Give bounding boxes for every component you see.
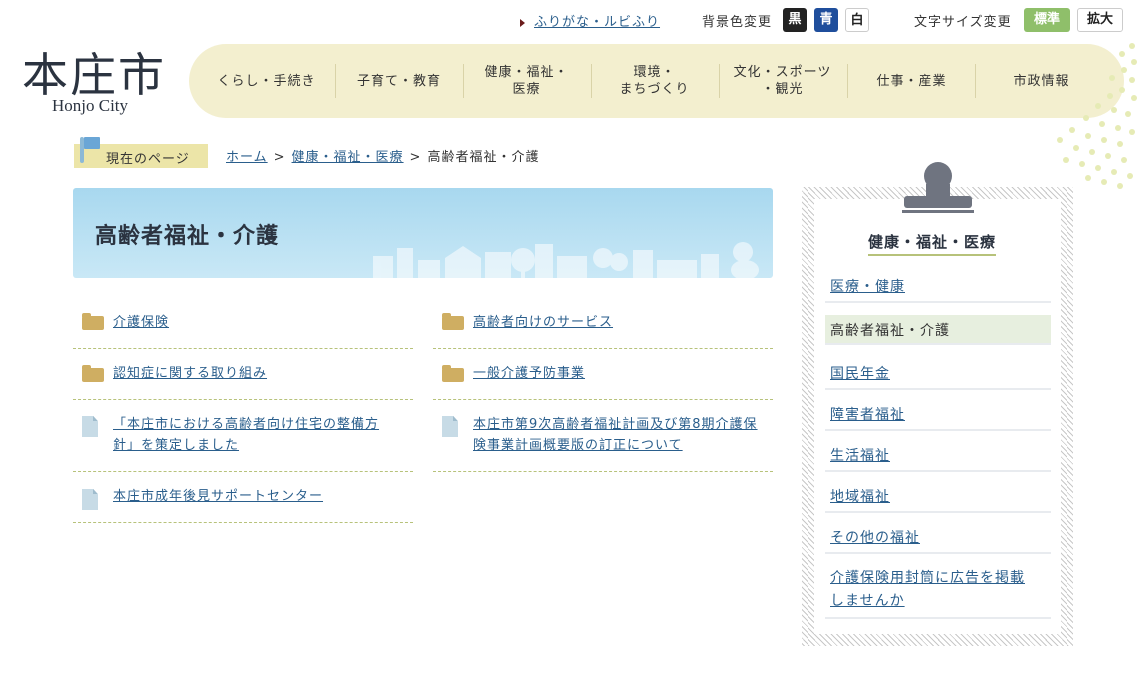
side-item-pension[interactable]: 国民年金 (825, 360, 1051, 390)
link-guardianship-center[interactable]: 本庄市成年後見サポートセンター (113, 486, 323, 507)
decorative-dots (1057, 43, 1137, 189)
page-title-banner: 高齢者福祉・介護 (73, 188, 773, 278)
side-item-livelihood[interactable]: 生活福祉 (825, 442, 1051, 472)
clip-icon (902, 162, 974, 213)
nav-label: くらし・手続き (217, 73, 316, 89)
nav-label-line2: 医療 (512, 82, 541, 97)
breadcrumb-separator: > (409, 150, 422, 165)
nav-label-line1: 環境・ (633, 65, 676, 80)
font-size-label: 文字サイズ変更 (914, 15, 1012, 30)
breadcrumb-home-link[interactable]: ホーム (226, 150, 268, 165)
skyline-illustration (373, 242, 759, 278)
nav-label: 子育て・教育 (356, 73, 441, 89)
list-item: 本庄市第9次高齢者福祉計画及び第8期介護保 険事業計画概要版の訂正について (433, 400, 773, 472)
bg-color-label: 背景色変更 (702, 15, 773, 30)
nav-item-work[interactable]: 仕事・産業 (849, 44, 974, 118)
nav-item-health[interactable]: 健康・福祉・ 医療 (464, 44, 589, 118)
side-item-community[interactable]: 地域福祉 (825, 483, 1051, 513)
font-standard-button[interactable]: 標準 (1024, 8, 1070, 32)
side-item-other[interactable]: その他の福祉 (825, 524, 1051, 554)
list-item: 認知症に関する取り組み (73, 349, 413, 400)
side-item-link[interactable]: 地域福祉 (830, 489, 890, 505)
list-item: 一般介護予防事業 (433, 349, 773, 400)
nav-item-childcare[interactable]: 子育て・教育 (339, 44, 459, 118)
breadcrumb-health-link[interactable]: 健康・福祉・医療 (292, 150, 404, 165)
nav-label-line1: 健康・福祉・ (484, 65, 569, 80)
triangle-bullet-icon (520, 18, 525, 27)
bg-white-button[interactable]: 白 (845, 8, 869, 32)
nav-divider (335, 64, 336, 98)
furigana-link-label: ふりがな・ルビふり (534, 15, 661, 30)
link-care-prevention[interactable]: 一般介護予防事業 (473, 363, 585, 384)
side-item-link[interactable]: 障害者福祉 (830, 407, 905, 423)
bg-black-button[interactable]: 黒 (783, 8, 807, 32)
side-item-disability[interactable]: 障害者福祉 (825, 401, 1051, 431)
side-item-link[interactable]: 国民年金 (830, 366, 890, 382)
list-item: 「本庄市における高齢者向け住宅の整備方 針」を策定しました (73, 400, 413, 472)
folder-icon (442, 313, 464, 330)
font-large-button[interactable]: 拡大 (1077, 8, 1123, 32)
nav-item-environment[interactable]: 環境・ まちづくり (591, 44, 718, 118)
nav-label-line2: ・観光 (761, 82, 804, 97)
side-item-medical[interactable]: 医療・健康 (825, 273, 1051, 303)
link-line1: 本庄市第9次高齢者福祉計画及び第8期介護保 (473, 417, 758, 432)
document-icon (82, 416, 98, 437)
nav-label: 健康・福祉・ 医療 (484, 64, 568, 98)
folder-icon (82, 365, 104, 382)
side-item-label: 高齢者福祉・介護 (830, 323, 950, 339)
side-menu-title: 健康・福祉・医療 (868, 231, 997, 256)
side-item-link[interactable]: 医療・健康 (830, 279, 905, 295)
folder-icon (82, 313, 104, 330)
flag-icon (84, 137, 100, 149)
link-line1: 「本庄市における高齢者向け住宅の整備方 (113, 417, 380, 432)
side-item-elderly-current[interactable]: 高齢者福祉・介護 (825, 315, 1051, 345)
global-nav: くらし・手続き 子育て・教育 健康・福祉・ 医療 環境・まちづくり 文化・スポーツ… (189, 44, 1124, 118)
side-item-link[interactable]: 生活福祉 (830, 448, 890, 464)
breadcrumb-current: 高齢者福祉・介護 (427, 150, 540, 165)
link-elderly-services[interactable]: 高齢者向けのサービス (473, 312, 613, 333)
furigana-link[interactable]: ふりがな・ルビふり (520, 11, 660, 30)
nav-item-living[interactable]: くらし・手続き (209, 44, 324, 118)
bg-blue-button[interactable]: 青 (814, 8, 838, 32)
nav-label: 仕事・産業 (876, 73, 947, 89)
link-housing-policy[interactable]: 「本庄市における高齢者向け住宅の整備方 針」を策定しました (113, 414, 379, 456)
side-item-link[interactable]: 介護保険用封筒に広告を掲載 しませんか (830, 570, 1025, 609)
document-icon (82, 489, 98, 510)
link-dementia[interactable]: 認知症に関する取り組み (113, 363, 267, 384)
utility-bar: ふりがな・ルビふり 背景色変更 黒 青 白 文字サイズ変更 標準 拡大 (0, 8, 1139, 34)
breadcrumb: ホーム > 健康・福祉・医療 > 高齢者福祉・介護 (226, 146, 539, 165)
nav-label: 文化・スポーツ ・観光 (734, 64, 832, 98)
logo-sub-text: Honjo City (52, 96, 129, 115)
site-logo[interactable]: 本庄市 Honjo City (22, 50, 172, 116)
list-item: 高齢者向けのサービス (433, 303, 773, 349)
nav-label-line1: 文化・スポーツ (733, 65, 832, 80)
side-item-line2: しませんか (830, 593, 905, 609)
nav-divider (975, 64, 976, 98)
link-line2: 針」を策定しました (113, 438, 240, 453)
list-item: 介護保険 (73, 303, 413, 349)
link-plan-correction[interactable]: 本庄市第9次高齢者福祉計画及び第8期介護保 険事業計画概要版の訂正について (473, 414, 758, 456)
folder-icon (442, 365, 464, 382)
logo-main-text: 本庄市 (22, 48, 166, 102)
breadcrumb-separator: > (273, 150, 286, 165)
nav-divider (847, 64, 848, 98)
side-item-link[interactable]: その他の福祉 (830, 530, 920, 546)
link-line2: 険事業計画概要版の訂正について (473, 438, 683, 453)
link-kaigo-hoken[interactable]: 介護保険 (113, 312, 169, 333)
breadcrumb-current-label: 現在のページ (106, 152, 190, 167)
side-item-ad[interactable]: 介護保険用封筒に広告を掲載 しませんか (825, 565, 1051, 619)
nav-label-line2: まちづくり (619, 82, 690, 97)
nav-label: 環境・ まちづくり (619, 64, 689, 98)
list-item: 本庄市成年後見サポートセンター (73, 472, 413, 523)
document-icon (442, 416, 458, 437)
side-item-line1: 介護保険用封筒に広告を掲載 (830, 570, 1025, 586)
nav-item-culture[interactable]: 文化・スポーツ ・観光 (719, 44, 846, 118)
